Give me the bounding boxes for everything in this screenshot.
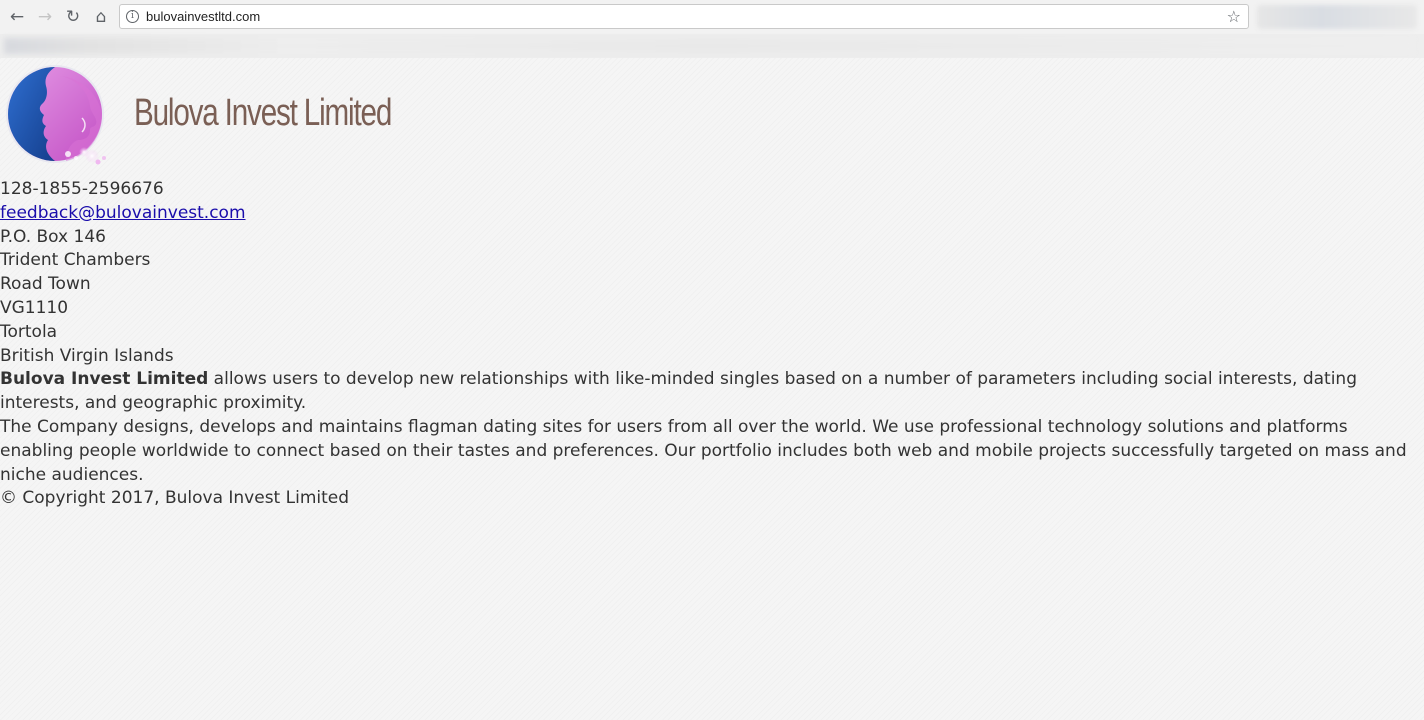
phone-number: 128-1855-2596676 [0,179,164,199]
blurred-bookmarks [4,38,1414,54]
reload-button[interactable]: ↻ [62,6,84,28]
company-logo [6,65,106,165]
address-line: Road Town [0,274,91,295]
blurred-extensions-area [1257,5,1417,29]
address-line: Trident Chambers [0,250,151,271]
bookmark-star-icon[interactable]: ☆ [1227,7,1241,26]
url-text[interactable]: bulovainvestltd.com [146,9,260,24]
info-icon[interactable]: i [126,10,139,23]
home-icon: ⌂ [95,6,107,27]
email-link[interactable]: feedback@bulovainvest.com [0,203,246,223]
back-button[interactable]: ← [6,6,28,28]
web-page: Bulova Invest Limited 128-1855-2596676 f… [0,58,1424,720]
address-line: P.O. Box 146 [0,226,106,247]
copyright-text: © Copyright 2017, Bulova Invest Limited [0,488,350,509]
site-title: Bulova Invest Limited [134,92,392,134]
home-button[interactable]: ⌂ [90,6,112,28]
browser-chrome: ← → ↻ ⌂ i bulovainvestltd.com ☆ [0,0,1424,58]
description-paragraph: The Company designs, develops and mainta… [0,416,1407,485]
forward-arrow-icon: → [37,6,53,27]
address-bar[interactable]: i bulovainvestltd.com ☆ [119,4,1249,29]
intro-paragraph: Bulova Invest Limited allows users to de… [0,368,1424,416]
reload-icon: ↻ [65,6,81,27]
browser-toolbar: ← → ↻ ⌂ i bulovainvestltd.com ☆ [0,0,1424,34]
address-line: Tortola [0,321,58,342]
address-line: British Virgin Islands [0,345,174,366]
forward-button[interactable]: → [34,6,56,28]
address-line: VG1110 [0,297,69,318]
contact-section: 128-1855-2596676 feedback@bulovainvest.c… [0,178,1424,511]
back-arrow-icon: ← [9,6,25,27]
company-name-bold: Bulova Invest Limited [0,369,209,390]
bookmarks-bar [0,34,1424,58]
